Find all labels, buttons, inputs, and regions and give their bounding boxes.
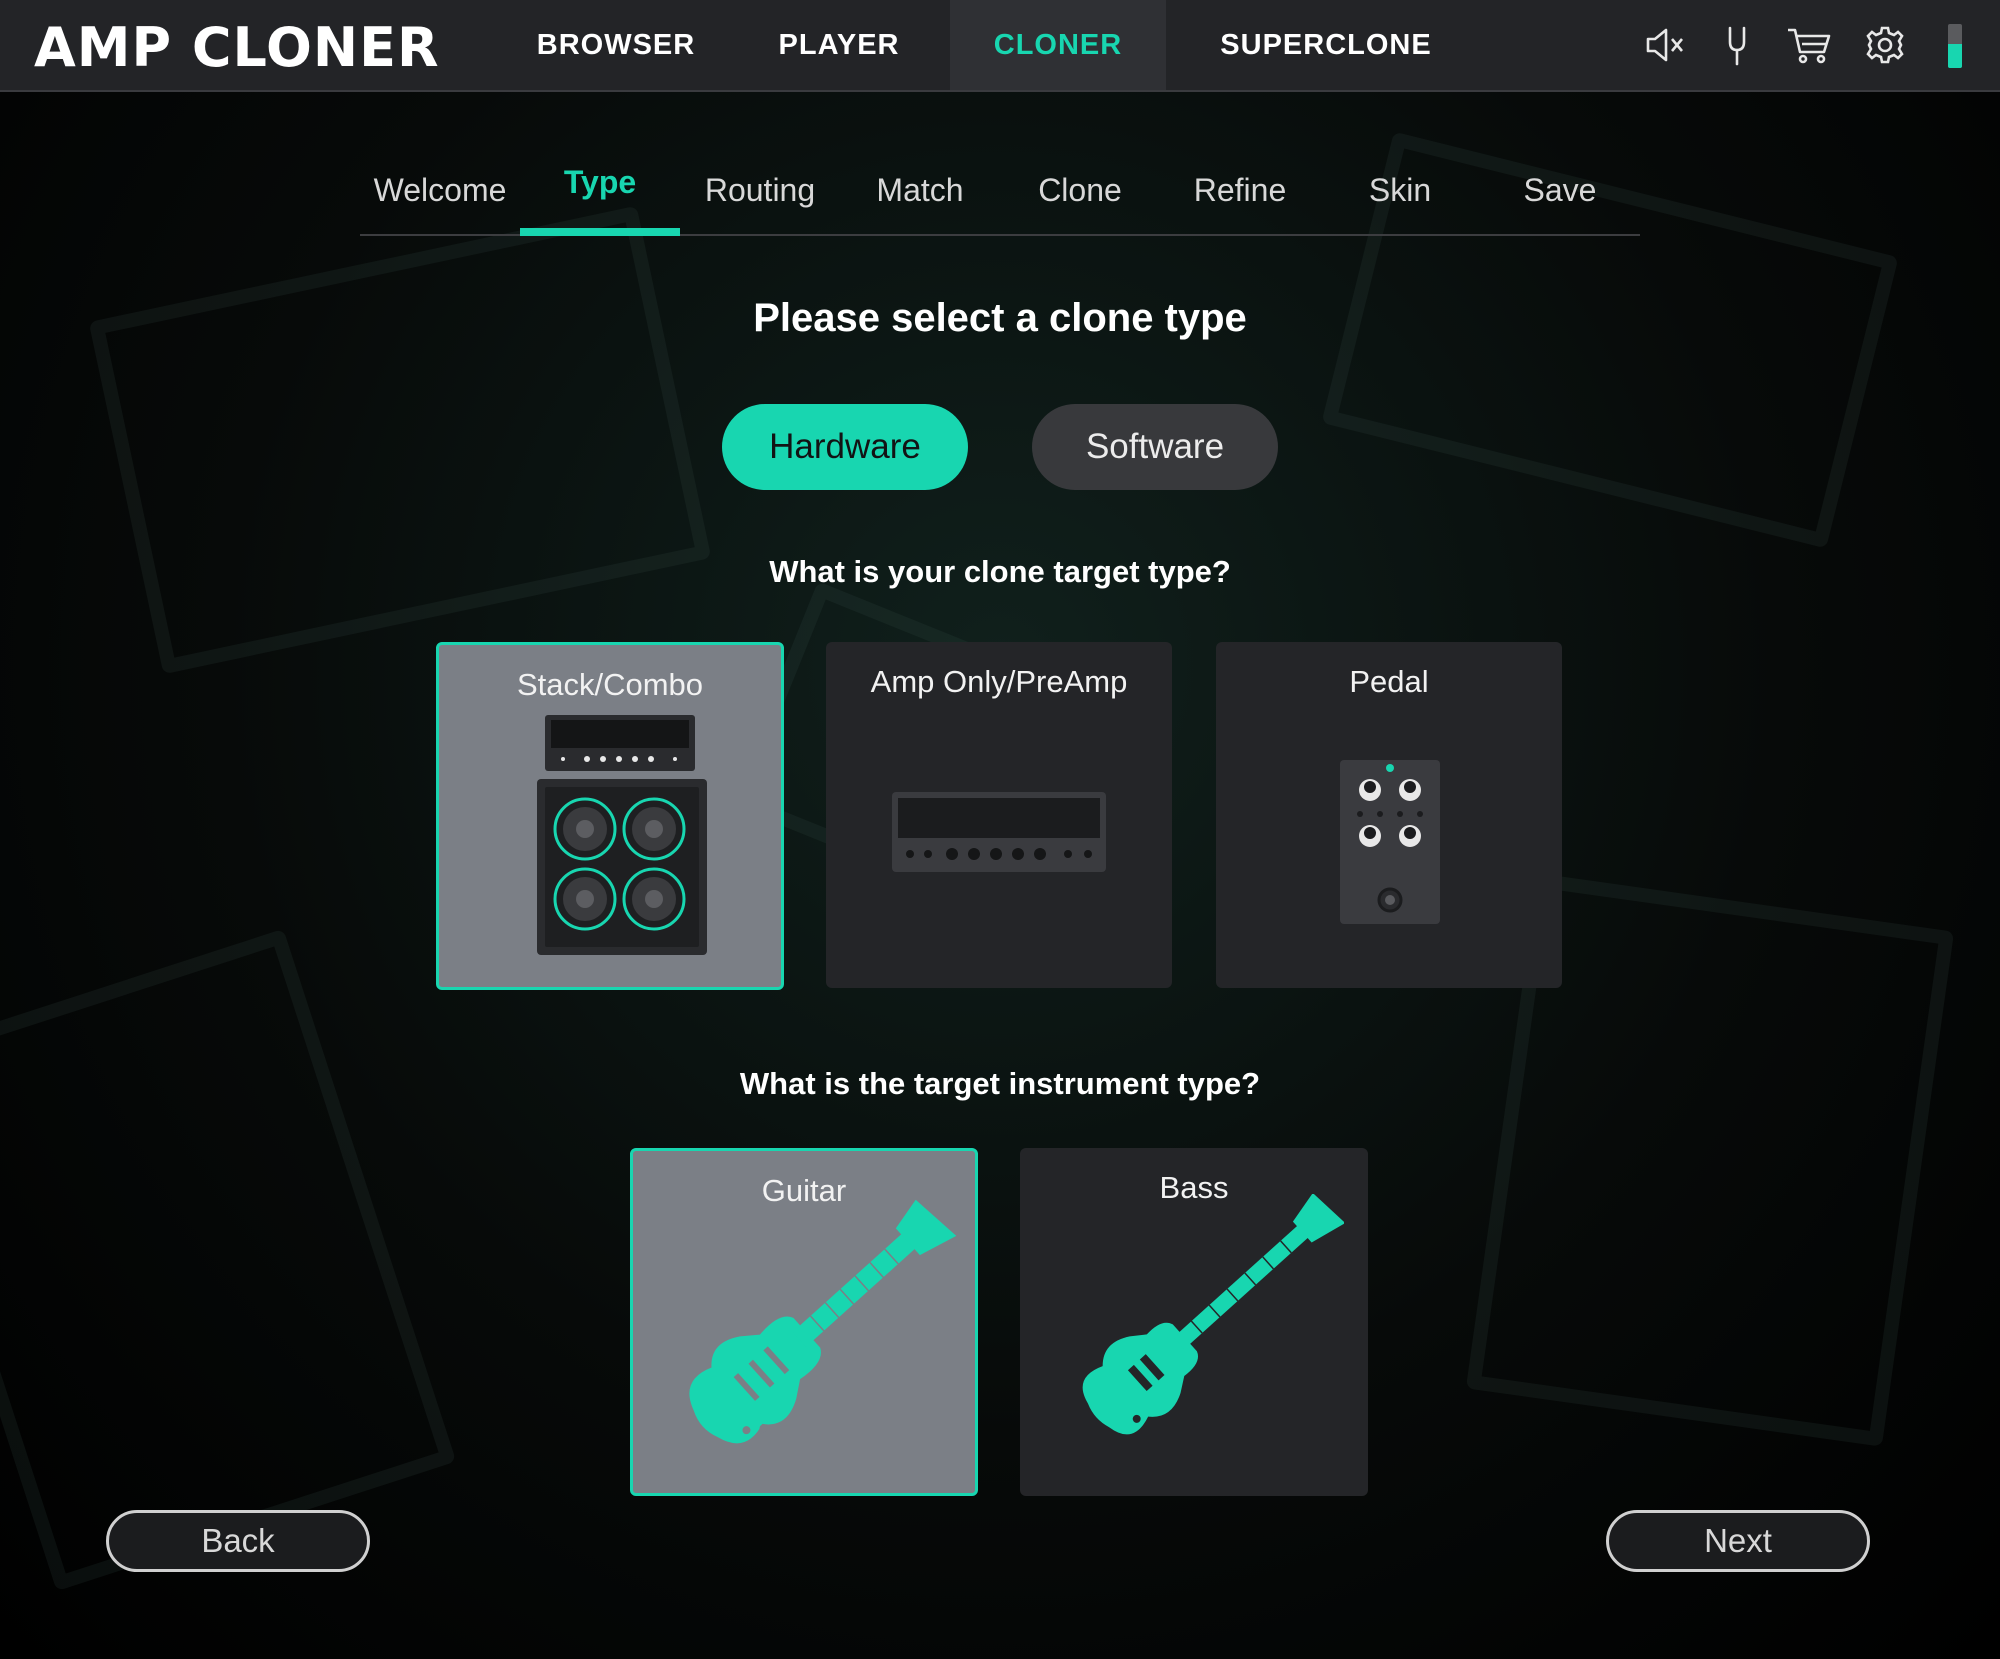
tuning-fork-icon[interactable] xyxy=(1714,22,1760,68)
nav-tab-superclone[interactable]: SUPERCLONE xyxy=(1166,0,1486,90)
bass-guitar-icon xyxy=(1082,1194,1344,1435)
active-step-indicator xyxy=(520,228,680,236)
input-level-meter xyxy=(1948,24,1962,68)
target-card-stack-combo[interactable]: Stack/Combo xyxy=(436,642,784,990)
step-tab-skin[interactable]: Skin xyxy=(1320,172,1480,209)
speaker-muted-icon[interactable] xyxy=(1642,22,1688,68)
hardware-toggle-button[interactable]: Hardware xyxy=(722,404,968,490)
top-nav-bar: AMP CLONER BROWSER PLAYER CLONER SUPERCL… xyxy=(0,0,2000,92)
input-level-fill xyxy=(1948,43,1962,68)
gear-icon[interactable] xyxy=(1862,22,1908,68)
target-type-question: What is your clone target type? xyxy=(769,554,1231,589)
target-card-amp-only-preamp[interactable]: Amp Only/PreAmp xyxy=(826,642,1172,988)
amp-stack-icon xyxy=(537,715,707,955)
target-card-label: Amp Only/PreAmp xyxy=(870,664,1128,699)
back-button[interactable]: Back xyxy=(106,1510,370,1572)
step-tab-welcome[interactable]: Welcome xyxy=(360,172,520,209)
electric-guitar-icon xyxy=(689,1199,957,1444)
cart-icon[interactable] xyxy=(1786,22,1832,68)
instrument-type-question: What is the target instrument type? xyxy=(739,1066,1261,1101)
software-toggle-button[interactable]: Software xyxy=(1032,404,1278,490)
target-card-label: Pedal xyxy=(1349,664,1429,699)
target-card-pedal[interactable]: Pedal xyxy=(1216,642,1562,988)
nav-tab-cloner[interactable]: CLONER xyxy=(950,0,1166,90)
next-button[interactable]: Next xyxy=(1606,1510,1870,1572)
target-card-label: Stack/Combo xyxy=(516,667,704,702)
page-title: Please select a clone type xyxy=(753,296,1247,340)
step-tab-refine[interactable]: Refine xyxy=(1160,172,1320,209)
step-tab-clone[interactable]: Clone xyxy=(1000,172,1160,209)
step-tab-routing[interactable]: Routing xyxy=(680,172,840,209)
step-tab-save[interactable]: Save xyxy=(1480,172,1640,209)
amp-head-icon xyxy=(892,792,1106,872)
nav-tab-player[interactable]: PLAYER xyxy=(728,0,950,90)
pedal-icon xyxy=(1340,760,1440,924)
nav-tab-browser[interactable]: BROWSER xyxy=(504,0,728,90)
step-tab-match[interactable]: Match xyxy=(840,172,1000,209)
instrument-card-guitar[interactable]: Guitar xyxy=(630,1148,978,1496)
instrument-card-bass[interactable]: Bass xyxy=(1020,1148,1368,1496)
step-tab-type[interactable]: Type xyxy=(520,164,680,201)
app-logo: AMP CLONER xyxy=(34,16,440,79)
wizard-steps: Welcome Type Routing Match Clone Refine … xyxy=(360,150,1640,236)
